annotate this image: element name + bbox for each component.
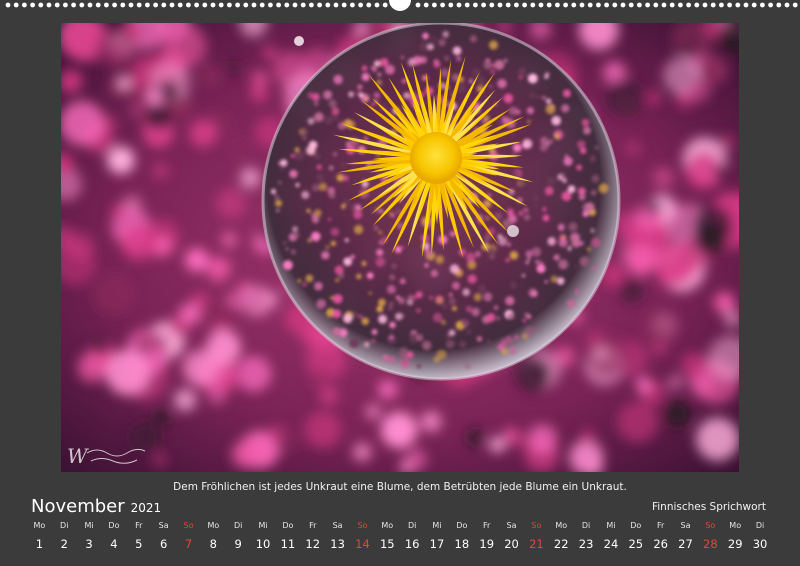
weekday-label: Do bbox=[108, 521, 120, 530]
weekday-label: Mo bbox=[33, 521, 46, 530]
day-number: 3 bbox=[85, 537, 93, 551]
weekday-label: Fr bbox=[483, 521, 491, 530]
month-title: November 2021 bbox=[31, 496, 161, 517]
day-number: 19 bbox=[479, 537, 495, 551]
day-number: 5 bbox=[135, 537, 143, 551]
day-number: 11 bbox=[280, 537, 296, 551]
weekday-label: Sa bbox=[506, 521, 517, 530]
day-number: 25 bbox=[628, 537, 644, 551]
weekday-label: Mo bbox=[381, 521, 394, 530]
hanger-hook bbox=[389, 0, 411, 11]
weekday-label: So bbox=[357, 521, 368, 530]
day-number: 16 bbox=[404, 537, 420, 551]
weekday-label: Sa bbox=[158, 521, 169, 530]
day-number: 21 bbox=[529, 537, 544, 551]
day-number: 29 bbox=[727, 537, 743, 551]
binding-rings bbox=[5, 0, 798, 11]
weekday-label: Mi bbox=[606, 521, 616, 530]
day-number: 28 bbox=[703, 537, 718, 551]
weekday-label: So bbox=[705, 521, 716, 530]
day-number: 1 bbox=[35, 537, 44, 551]
month-year: 2021 bbox=[130, 501, 162, 515]
weekday-label: Sa bbox=[680, 521, 691, 530]
day-number: 9 bbox=[234, 537, 242, 551]
month-name: November bbox=[31, 496, 125, 517]
weekday-label: Fr bbox=[656, 521, 665, 530]
day-number: 12 bbox=[305, 537, 321, 551]
day-number: 26 bbox=[653, 537, 668, 551]
calendar-grid: Mo 1 Di 2 Mi 3 Do 4 Fr 5 Sa 6 So 7 Mo 8 Di 9 Mi 10 Do 11 Fr 12 S… bbox=[27, 521, 777, 557]
day-number: 18 bbox=[454, 537, 470, 551]
day-number: 6 bbox=[159, 537, 168, 551]
day-number: 17 bbox=[429, 537, 445, 551]
flower-photo-art: W bbox=[61, 23, 739, 472]
day-number: 27 bbox=[678, 537, 693, 551]
weekday-label: Do bbox=[282, 521, 294, 530]
day-number: 23 bbox=[578, 537, 594, 551]
weekday-label: Fr bbox=[135, 521, 143, 530]
weekday-label: Sa bbox=[332, 521, 343, 530]
weekday-label: Mi bbox=[84, 521, 94, 530]
day-number: 7 bbox=[184, 537, 193, 551]
weekday-label: Mi bbox=[258, 521, 268, 530]
weekday-label: Di bbox=[60, 521, 69, 530]
weekday-label: So bbox=[531, 521, 542, 530]
day-number: 15 bbox=[379, 537, 395, 551]
weekday-label: Mo bbox=[729, 521, 742, 530]
monthly-quote: Dem Fröhlichen ist jedes Unkraut eine Bl… bbox=[173, 481, 627, 493]
day-number: 8 bbox=[209, 537, 217, 551]
weekday-label: Mo bbox=[555, 521, 568, 530]
spiral-binding bbox=[0, 0, 800, 14]
weekday-label: Di bbox=[234, 521, 243, 530]
calendar-photo: W bbox=[61, 23, 739, 472]
weekday-label: Do bbox=[630, 521, 642, 530]
weekday-label: So bbox=[183, 521, 194, 530]
svg-text:W: W bbox=[67, 444, 89, 468]
day-number: 24 bbox=[603, 537, 619, 551]
weekday-label: Mo bbox=[207, 521, 220, 530]
weekday-label: Fr bbox=[309, 521, 317, 530]
weekday-label: Do bbox=[456, 521, 468, 530]
day-number: 2 bbox=[60, 537, 68, 551]
day-number: 13 bbox=[330, 537, 345, 551]
quote-source: Finnisches Sprichwort bbox=[651, 501, 766, 513]
day-number: 10 bbox=[255, 537, 271, 551]
day-number: 4 bbox=[110, 537, 118, 551]
day-number: 20 bbox=[504, 537, 519, 551]
day-number: 30 bbox=[752, 537, 768, 551]
weekday-label: Mi bbox=[432, 521, 442, 530]
weekday-label: Di bbox=[581, 521, 591, 530]
weekday-label: Di bbox=[407, 521, 417, 530]
weekday-label: Di bbox=[755, 521, 765, 530]
day-number: 22 bbox=[553, 537, 569, 551]
day-number: 14 bbox=[355, 537, 370, 551]
